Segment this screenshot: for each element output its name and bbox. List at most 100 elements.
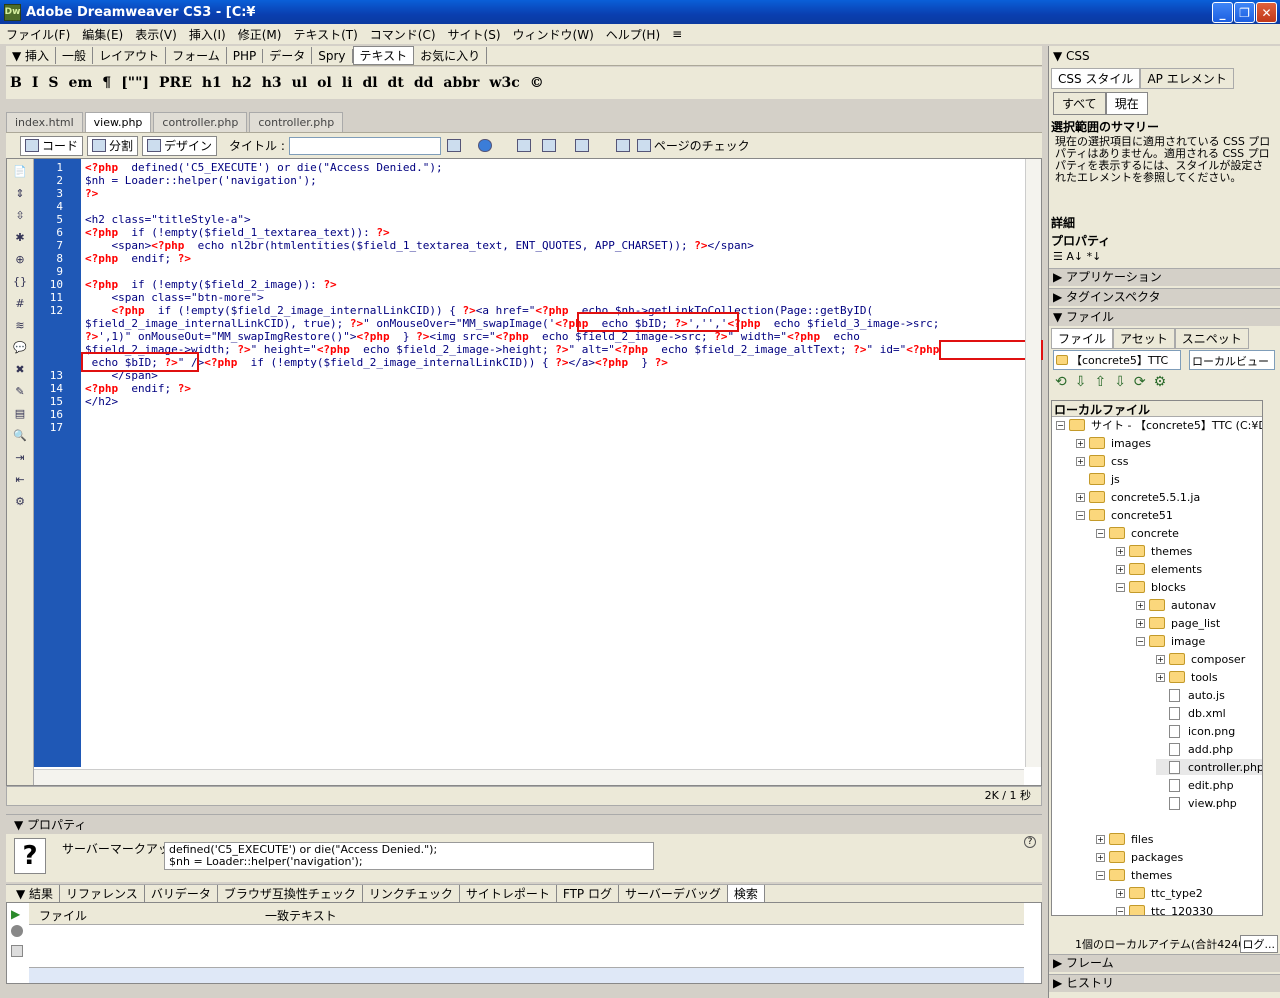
preview-browser-icon[interactable] — [477, 139, 492, 152]
tree-item[interactable]: controller.php — [1156, 759, 1262, 775]
expand-toggle-icon[interactable]: + — [1096, 852, 1105, 862]
minimize-button[interactable]: _ — [1212, 2, 1233, 23]
tree-item[interactable]: + themes — [1116, 543, 1192, 559]
save-report-icon[interactable] — [11, 945, 23, 957]
menu-item[interactable]: ファイル(F) — [0, 26, 76, 43]
text-insert-button[interactable]: I — [32, 75, 39, 91]
results-tab[interactable]: FTP ログ — [557, 885, 619, 902]
balance-braces-icon[interactable]: {} — [12, 275, 28, 289]
split-view-button[interactable]: 分割 — [87, 135, 139, 156]
expand-toggle-icon[interactable]: + — [1136, 618, 1145, 628]
expand-toggle-icon[interactable]: − — [1096, 528, 1105, 538]
view-options-icon[interactable] — [541, 139, 556, 152]
text-insert-button[interactable]: abbr — [443, 75, 479, 91]
files-panel-header[interactable]: ▼ ファイル — [1049, 308, 1280, 326]
visual-aids-icon[interactable] — [574, 139, 589, 152]
document-tab[interactable]: view.php — [84, 112, 152, 132]
text-insert-button[interactable]: PRE — [159, 75, 192, 91]
format-source-icon[interactable]: ⚙ — [12, 495, 28, 509]
close-button[interactable]: ✕ — [1256, 2, 1277, 23]
files-toolbar[interactable]: ⟲⇩⇧⇩⟳⚙ — [1055, 374, 1174, 390]
insert-tab[interactable]: 一般 — [56, 47, 94, 64]
text-insert-button[interactable]: © — [530, 75, 544, 91]
help-icon[interactable]: ? — [1024, 836, 1036, 848]
tree-item[interactable]: − ttc_120330 — [1116, 903, 1213, 915]
insert-tab[interactable]: PHP — [227, 48, 264, 63]
tree-item[interactable]: edit.php — [1156, 777, 1234, 793]
expand-toggle-icon[interactable]: − — [1116, 582, 1125, 592]
expand-toggle-icon[interactable]: + — [1096, 834, 1105, 844]
property-view-icons[interactable]: ☰ A↓ *↓ — [1053, 250, 1101, 263]
insert-tab[interactable]: データ — [263, 47, 313, 64]
text-insert-button[interactable]: h3 — [262, 75, 282, 91]
text-insert-button[interactable]: S — [48, 75, 58, 91]
menu-item[interactable]: ウィンドウ(W) — [507, 26, 600, 43]
menu-item[interactable]: 編集(E) — [76, 26, 129, 43]
results-tab[interactable]: ブラウザ互換性チェック — [218, 885, 363, 902]
document-tab[interactable]: index.html — [6, 112, 83, 132]
results-tab[interactable]: サイトレポート — [460, 885, 557, 902]
css-tab[interactable]: CSS スタイル — [1051, 68, 1141, 89]
tree-item[interactable]: icon.png — [1156, 723, 1235, 739]
text-insert-button[interactable]: li — [342, 75, 353, 91]
document-tab[interactable]: controller.php — [153, 112, 248, 132]
design-view-button[interactable]: デザイン — [142, 135, 218, 156]
code-view-button[interactable]: コード — [20, 135, 84, 156]
results-tab[interactable]: 検索 — [727, 885, 765, 902]
files-tab[interactable]: スニペット — [1174, 328, 1249, 349]
insert-panel-label[interactable]: ▼ 挿入 — [6, 47, 57, 64]
check-page-button[interactable]: ページのチェック — [636, 137, 750, 154]
expand-toggle-icon[interactable]: + — [1136, 600, 1145, 610]
text-insert-button[interactable]: h2 — [232, 75, 252, 91]
tree-item[interactable]: + css — [1076, 453, 1129, 469]
expand-toggle-icon[interactable]: − — [1076, 510, 1085, 520]
file-management-icon[interactable] — [446, 139, 461, 152]
tree-item[interactable]: + packages — [1096, 849, 1183, 865]
move-css-icon[interactable]: 🔍 — [12, 429, 28, 443]
tree-item[interactable]: + ttc_type2 — [1116, 885, 1203, 901]
history-panel[interactable]: ▶ ヒストリ — [1049, 974, 1280, 992]
tree-item[interactable]: js — [1076, 471, 1120, 487]
wrap-tag-icon[interactable]: ✎ — [12, 385, 28, 399]
maximize-button[interactable]: ❐ — [1234, 2, 1255, 23]
results-label[interactable]: ▼ 結果 — [10, 885, 61, 902]
highlight-invalid-icon[interactable]: ≋ — [12, 319, 28, 333]
text-insert-button[interactable]: ul — [292, 75, 308, 91]
css-subtab[interactable]: 現在 — [1105, 92, 1148, 115]
expand-toggle-icon[interactable]: + — [1116, 546, 1125, 556]
results-tab[interactable]: リンクチェック — [363, 885, 460, 902]
expand-toggle-icon[interactable]: + — [1116, 564, 1125, 574]
menu-item[interactable]: テキスト(T) — [287, 26, 363, 43]
title-input[interactable] — [288, 136, 441, 155]
frames-panel[interactable]: ▶ フレーム — [1049, 954, 1280, 972]
files-tab[interactable]: ファイル — [1051, 328, 1114, 349]
insert-tab[interactable]: Spry — [312, 48, 353, 63]
menu-item[interactable]: 挿入(I) — [183, 26, 232, 43]
indent-icon[interactable]: ⇥ — [12, 451, 28, 465]
remove-comment-icon[interactable]: ✖ — [12, 363, 28, 377]
menu-handle-icon[interactable]: ≡ — [666, 27, 688, 41]
css-subtab[interactable]: すべて — [1053, 92, 1106, 115]
menu-item[interactable]: ヘルプ(H) — [600, 26, 666, 43]
open-documents-icon[interactable]: 📄 — [12, 165, 28, 179]
collapse-tag-icon[interactable]: ⇕ — [12, 187, 28, 201]
results-tab[interactable]: サーバーデバッグ — [619, 885, 728, 902]
insert-tab[interactable]: お気に入り — [414, 47, 488, 64]
col-file[interactable]: ファイル — [39, 907, 87, 924]
expand-toggle-icon[interactable]: + — [1076, 456, 1085, 466]
text-insert-button[interactable]: dd — [414, 75, 434, 91]
expand-toggle-icon[interactable]: − — [1096, 870, 1105, 880]
insert-tab[interactable]: テキスト — [352, 46, 415, 65]
outdent-icon[interactable]: ⇤ — [12, 473, 28, 487]
expand-toggle-icon[interactable]: − — [1136, 636, 1145, 646]
tree-item[interactable]: + autonav — [1136, 597, 1216, 613]
tree-item[interactable]: + concrete5.5.1.ja — [1076, 489, 1200, 505]
log-button[interactable]: ログ... — [1239, 935, 1278, 953]
insert-tab[interactable]: レイアウト — [93, 47, 167, 64]
results-tab[interactable]: バリデータ — [145, 885, 218, 902]
tree-item[interactable]: − concrete51 — [1076, 507, 1173, 523]
code-content[interactable]: <?php defined('C5_EXECUTE') or die("Acce… — [85, 161, 1025, 434]
line-numbers-icon[interactable]: # — [12, 297, 28, 311]
col-match-text[interactable]: 一致テキスト — [265, 907, 337, 924]
refresh-icon[interactable] — [516, 139, 531, 152]
